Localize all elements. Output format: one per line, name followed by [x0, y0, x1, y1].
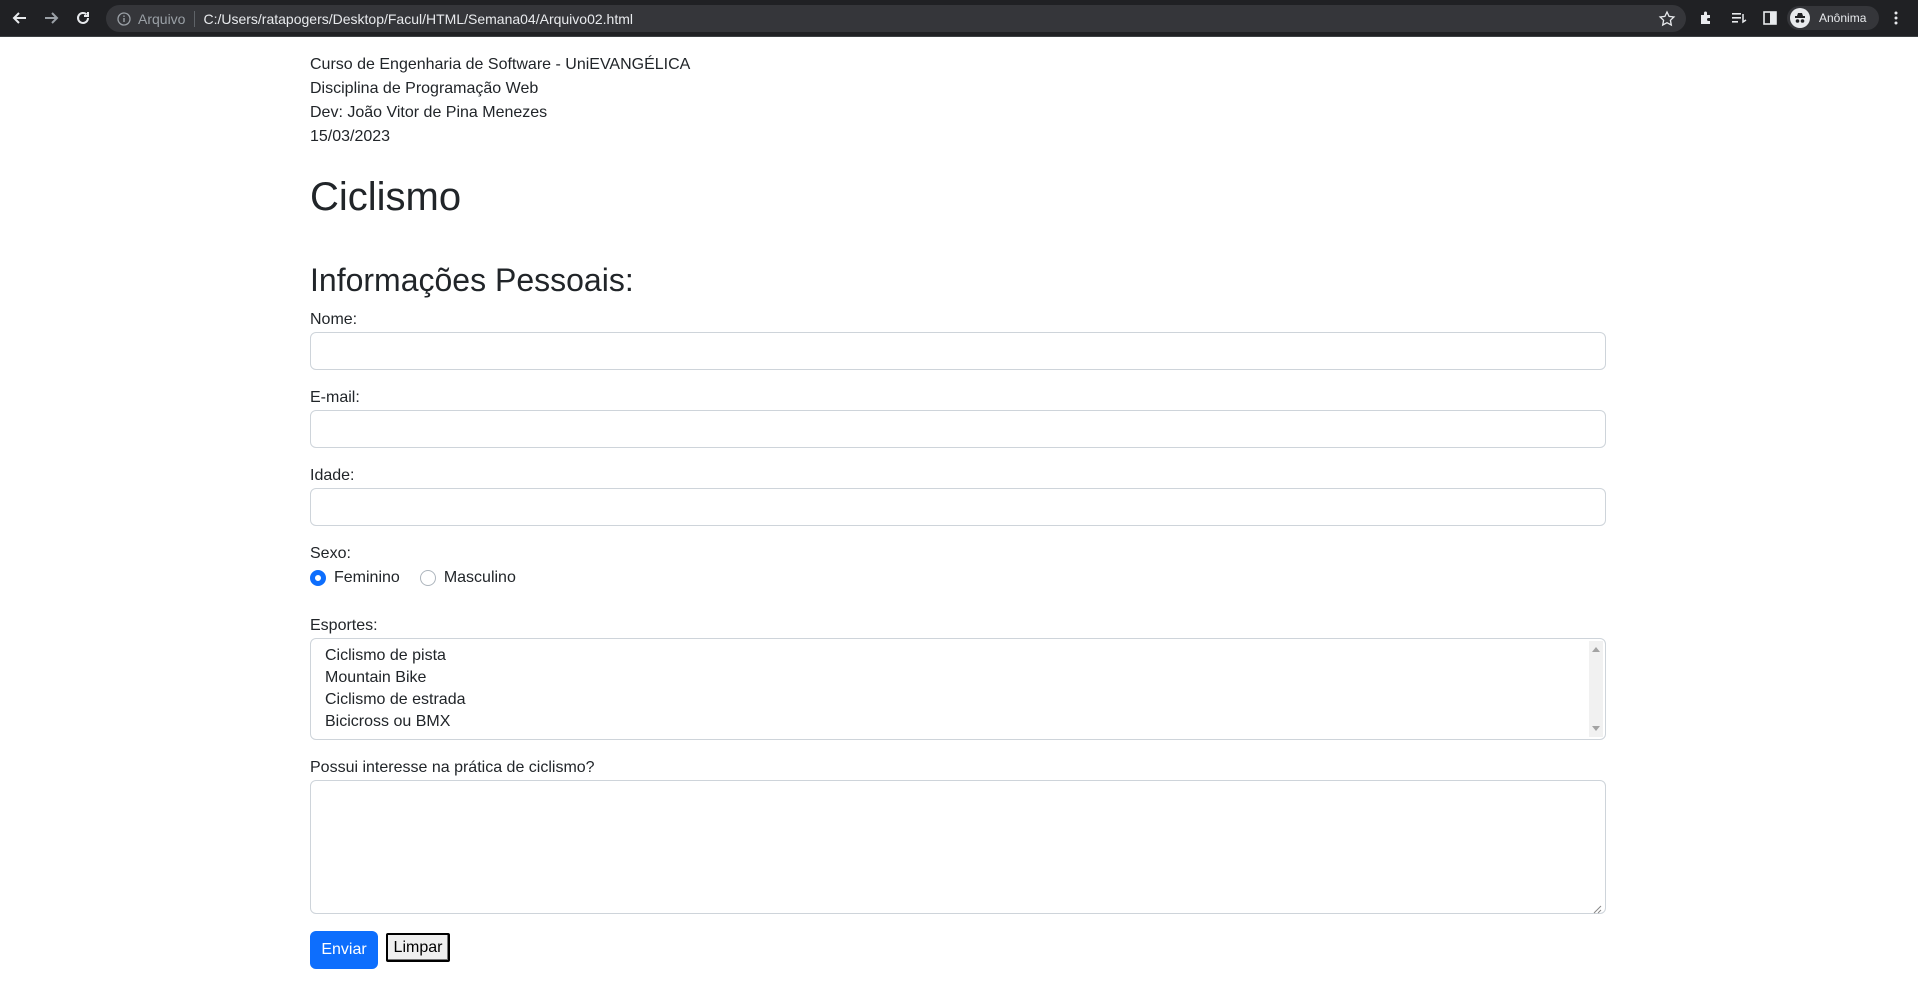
age-label: Idade: [310, 467, 355, 484]
developer-text: Dev: João Vitor de Pina Menezes [310, 104, 548, 121]
radio-masculino-circle[interactable] [419, 570, 436, 586]
discipline-text: Disciplina de Programação Web [310, 80, 539, 97]
date-text: 15/03/2023 [310, 128, 391, 145]
sports-label: Esportes: [310, 617, 378, 634]
sports-option[interactable]: Ciclismo de estrada [311, 689, 1605, 711]
email-input[interactable] [310, 410, 1606, 448]
menu-kebab-icon[interactable] [1884, 6, 1908, 30]
submit-button[interactable]: Enviar [310, 931, 378, 969]
scroll-down-arrow-icon[interactable] [1592, 726, 1600, 731]
name-label: Nome: [310, 311, 358, 328]
section-title: Informações Pessoais: [310, 262, 634, 298]
side-panel-icon[interactable] [1758, 6, 1782, 30]
address-bar[interactable]: Arquivo C:/Users/ratapogers/Desktop/Facu… [106, 5, 1686, 32]
interest-group: Possui interesse na prática de ciclismo? [310, 756, 1606, 914]
sports-option[interactable]: Bicicross ou BMX [311, 711, 1605, 733]
reset-button[interactable]: Limpar [386, 933, 450, 962]
email-group: E-mail: [310, 386, 1606, 448]
forward-icon[interactable] [39, 6, 63, 30]
name-input[interactable] [310, 332, 1606, 370]
reload-icon[interactable] [71, 6, 95, 30]
omnibox-divider [194, 10, 196, 27]
info-icon[interactable] [116, 11, 132, 27]
sports-option[interactable]: Ciclismo de pista [311, 645, 1605, 667]
sex-label: Sexo: [310, 545, 351, 562]
url-text[interactable]: C:/Users/ratapogers/Desktop/Facul/HTML/S… [203, 11, 633, 27]
incognito-icon [1790, 8, 1810, 28]
age-group: Idade: [310, 464, 1606, 526]
page-title: Ciclismo [310, 175, 462, 219]
sex-radio-group: Feminino Masculino [310, 566, 1606, 590]
radio-feminino[interactable]: Feminino [310, 569, 400, 587]
reading-list-icon[interactable] [1727, 6, 1751, 30]
profile-name: Anônima [1819, 11, 1867, 25]
resize-grip-icon[interactable] [1593, 901, 1602, 914]
sports-select[interactable]: Ciclismo de pista Mountain Bike Ciclismo… [310, 638, 1606, 740]
extensions-icon[interactable] [1694, 6, 1718, 30]
back-icon[interactable] [8, 6, 32, 30]
interest-textarea[interactable] [310, 780, 1606, 914]
name-group: Nome: [310, 308, 1606, 370]
age-input[interactable] [310, 488, 1606, 526]
course-text: Curso de Engenharia de Software - UniEVA… [310, 56, 691, 73]
radio-feminino-circle[interactable] [310, 570, 326, 586]
radio-masculino-label[interactable]: Masculino [444, 569, 516, 587]
interest-label: Possui interesse na prática de ciclismo? [310, 759, 595, 776]
email-label: E-mail: [310, 389, 360, 406]
scheme-label: Arquivo [138, 10, 186, 27]
radio-feminino-label[interactable]: Feminino [334, 569, 400, 587]
select-scrollbar[interactable] [1589, 641, 1603, 737]
bookmark-star-icon[interactable] [1658, 10, 1676, 28]
page-container: Curso de Engenharia de Software - UniEVA… [310, 36, 1606, 969]
sports-option[interactable]: Mountain Bike [311, 667, 1605, 689]
browser-toolbar: Arquivo C:/Users/ratapogers/Desktop/Facu… [0, 0, 1918, 37]
header-info: Curso de Engenharia de Software - UniEVA… [310, 36, 1606, 149]
profile-button[interactable]: Anônima [1787, 6, 1879, 30]
scroll-up-arrow-icon[interactable] [1592, 647, 1600, 652]
sports-group: Esportes: Ciclismo de pista Mountain Bik… [310, 614, 1606, 740]
sex-group: Sexo: Feminino Masculino [310, 542, 1606, 590]
radio-masculino[interactable]: Masculino [419, 569, 516, 587]
